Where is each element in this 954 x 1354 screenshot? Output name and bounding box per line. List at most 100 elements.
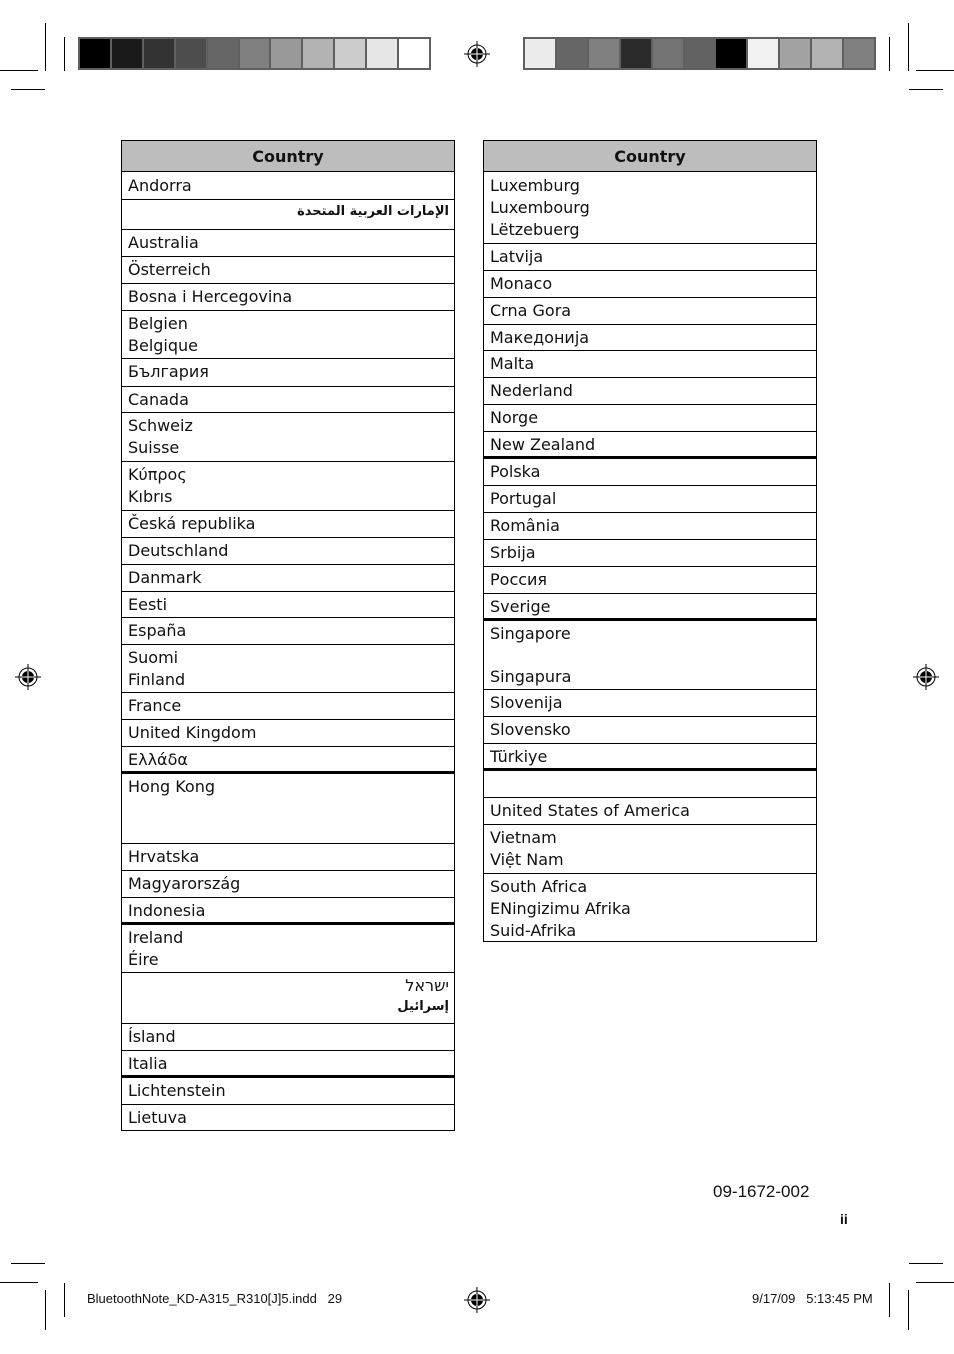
table-row: Lichtenstein: [122, 1077, 454, 1105]
crop-mark: [909, 1263, 943, 1264]
country-name: România: [490, 516, 560, 535]
country-name: Latvija: [490, 247, 544, 266]
table-row: Italia: [122, 1050, 454, 1078]
table-row: Македонија: [484, 324, 816, 351]
crop-mark: [909, 89, 943, 90]
country-name: Česká republika: [128, 514, 256, 533]
country-name: South Africa: [490, 877, 588, 896]
table-row: Malta: [484, 350, 816, 378]
color-swatch: [303, 39, 334, 68]
table-row: France: [122, 692, 454, 720]
crop-mark: [908, 1290, 909, 1330]
country-name: Lëtzebuerg: [490, 220, 580, 239]
table-row: Ísland: [122, 1023, 454, 1051]
color-swatch: [812, 39, 843, 68]
country-name: Monaco: [490, 274, 553, 293]
country-name: Indonesia: [128, 901, 206, 920]
table-row: Australia: [122, 229, 454, 257]
country-name: Κύπρος: [128, 465, 187, 484]
registration-mark-icon: [464, 41, 490, 67]
country-name: United Kingdom: [128, 723, 257, 742]
table-row: Singapore Singapura: [484, 620, 816, 690]
table-row: Hong Kong: [122, 773, 454, 844]
country-name: United States of America: [490, 801, 690, 820]
table-row: Polska: [484, 458, 816, 486]
table-row: Česká republika: [122, 510, 454, 538]
country-name: Kıbrıs: [128, 487, 173, 506]
country-name: Vietnam: [490, 828, 557, 847]
table-header-country: Country: [484, 141, 816, 172]
slug-filename: BluetoothNote_KD-A315_R310[J]5.indd 29: [87, 1291, 343, 1306]
table-row: Türkiye: [484, 743, 816, 771]
crop-mark: [0, 1282, 38, 1283]
table-row: United Kingdom: [122, 719, 454, 747]
country-name: Finland: [128, 670, 186, 689]
table-row: Vietnam Việt Nam: [484, 824, 816, 874]
table-row: Eesti: [122, 591, 454, 618]
country-name: Suid-Afrika: [490, 921, 577, 940]
country-name: Belgien: [128, 314, 188, 333]
table-row: Slovenija: [484, 689, 816, 717]
crop-mark: [916, 1282, 954, 1283]
color-swatch: [716, 39, 747, 68]
country-name: България: [128, 362, 209, 381]
country-name: Việt Nam: [490, 850, 564, 869]
country-name: Sverige: [490, 597, 551, 616]
crop-mark: [45, 1290, 46, 1330]
slug-datetime: 9/17/09 5:13:45 PM: [752, 1291, 873, 1306]
table-row: Ireland Éire: [122, 924, 454, 973]
country-name: Suisse: [128, 438, 180, 457]
country-name: España: [128, 621, 187, 640]
table-row: Belgien Belgique: [122, 310, 454, 359]
country-name: Danmark: [128, 568, 202, 587]
crop-mark: [11, 89, 45, 90]
table-row: Monaco: [484, 270, 816, 298]
country-name: Magyarország: [128, 874, 241, 893]
color-swatch: [175, 39, 206, 68]
country-name: Andorra: [128, 176, 192, 195]
table-row: Canada: [122, 386, 454, 413]
crop-mark: [889, 37, 890, 71]
color-calibration-bar-left: [78, 37, 431, 70]
table-row: Nederland: [484, 377, 816, 405]
country-name: Luxemburg: [490, 176, 580, 195]
country-name: إسرائيل: [397, 999, 449, 1014]
country-name: Россия: [490, 570, 548, 589]
table-row: Κύπρος Kıbrıs: [122, 461, 454, 511]
registration-mark-icon: [913, 664, 939, 690]
country-name: Hrvatska: [128, 847, 200, 866]
table-row: Crna Gora: [484, 297, 816, 325]
color-swatch: [684, 39, 715, 68]
country-name: New Zealand: [490, 435, 596, 454]
table-row: România: [484, 512, 816, 540]
table-row: Magyarország: [122, 870, 454, 898]
table-row: Latvija: [484, 243, 816, 271]
crop-mark: [11, 1263, 45, 1264]
country-name: Türkiye: [490, 747, 548, 766]
country-name: Slovensko: [490, 720, 571, 739]
table-row: Andorra: [122, 172, 454, 200]
country-name: Crna Gora: [490, 301, 572, 320]
crop-mark: [64, 1283, 65, 1317]
color-swatch: [143, 39, 174, 68]
crop-mark: [45, 23, 46, 71]
table-row: Österreich: [122, 256, 454, 284]
country-name: Portugal: [490, 489, 557, 508]
color-calibration-bar-right: [523, 37, 876, 70]
document-number: 09-1672-002: [713, 1182, 810, 1201]
country-name: Deutschland: [128, 541, 229, 560]
table-row: Norge: [484, 404, 816, 432]
country-name: Slovenija: [490, 693, 563, 712]
table-row: Sverige: [484, 593, 816, 621]
table-row: Suomi Finland: [122, 644, 454, 693]
color-swatch: [748, 39, 779, 68]
table-row: Portugal: [484, 485, 816, 513]
country-name: Éire: [128, 950, 159, 969]
country-name: Ísland: [128, 1027, 176, 1046]
country-name: Hong Kong: [128, 777, 215, 796]
country-name: Македонија: [490, 328, 590, 347]
country-name: Polska: [490, 462, 541, 481]
color-swatch: [271, 39, 302, 68]
country-table-left: Country Andorra الإمارات العربية المتحدة A…: [121, 140, 455, 1131]
color-swatch: [399, 39, 429, 68]
